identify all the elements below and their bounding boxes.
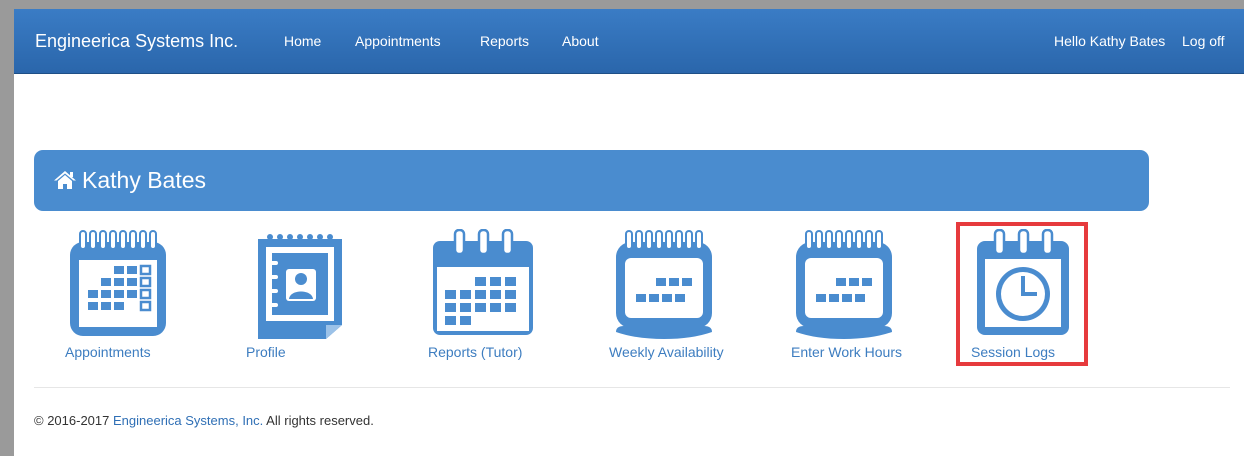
calendar-week-icon xyxy=(796,230,892,339)
calendar-grid-icon xyxy=(70,230,166,336)
nav-appointments[interactable]: Appointments xyxy=(355,9,441,73)
window-frame-top xyxy=(0,0,1244,9)
logoff-link[interactable]: Log off xyxy=(1182,9,1225,73)
top-navbar: Engineerica Systems Inc. Home Appointmen… xyxy=(14,9,1244,74)
tile-label: Enter Work Hours xyxy=(791,344,902,360)
calendar-week-icon xyxy=(616,230,712,339)
tile-label: Reports (Tutor) xyxy=(428,344,523,360)
footer: © 2016-2017 Engineerica Systems, Inc. Al… xyxy=(34,413,374,428)
tile-profile[interactable]: Profile xyxy=(244,225,356,365)
tile-weekly-availability[interactable]: Weekly Availability xyxy=(607,225,742,365)
tile-label: Profile xyxy=(246,344,286,360)
nav-reports[interactable]: Reports xyxy=(480,9,529,73)
user-panel-heading: Kathy Bates xyxy=(34,150,1149,211)
footer-suffix: All rights reserved. xyxy=(263,413,374,428)
tile-session-logs[interactable]: Session Logs xyxy=(969,225,1079,365)
divider xyxy=(34,387,1230,388)
calendar-icon xyxy=(433,229,533,335)
calendar-clock-icon xyxy=(977,229,1069,335)
tile-label: Session Logs xyxy=(971,344,1056,360)
tile-label: Weekly Availability xyxy=(609,344,724,360)
panel-title: Kathy Bates xyxy=(82,167,207,193)
window-frame-left xyxy=(0,0,14,456)
tile-reports-tutor[interactable]: Reports (Tutor) xyxy=(426,225,546,365)
nav-home[interactable]: Home xyxy=(284,9,321,73)
footer-prefix: © 2016-2017 xyxy=(34,413,113,428)
user-greeting-link[interactable]: Hello Kathy Bates xyxy=(1054,9,1165,73)
company-link[interactable]: Engineerica Systems, Inc. xyxy=(113,413,263,428)
tile-enter-work-hours[interactable]: Enter Work Hours xyxy=(789,225,914,365)
brand-link[interactable]: Engineerica Systems Inc. xyxy=(35,9,238,73)
tile-appointments[interactable]: Appointments xyxy=(63,225,173,365)
contact-book-icon xyxy=(258,234,342,339)
home-icon xyxy=(54,171,76,189)
tile-label: Appointments xyxy=(65,344,151,360)
nav-about[interactable]: About xyxy=(562,9,599,73)
